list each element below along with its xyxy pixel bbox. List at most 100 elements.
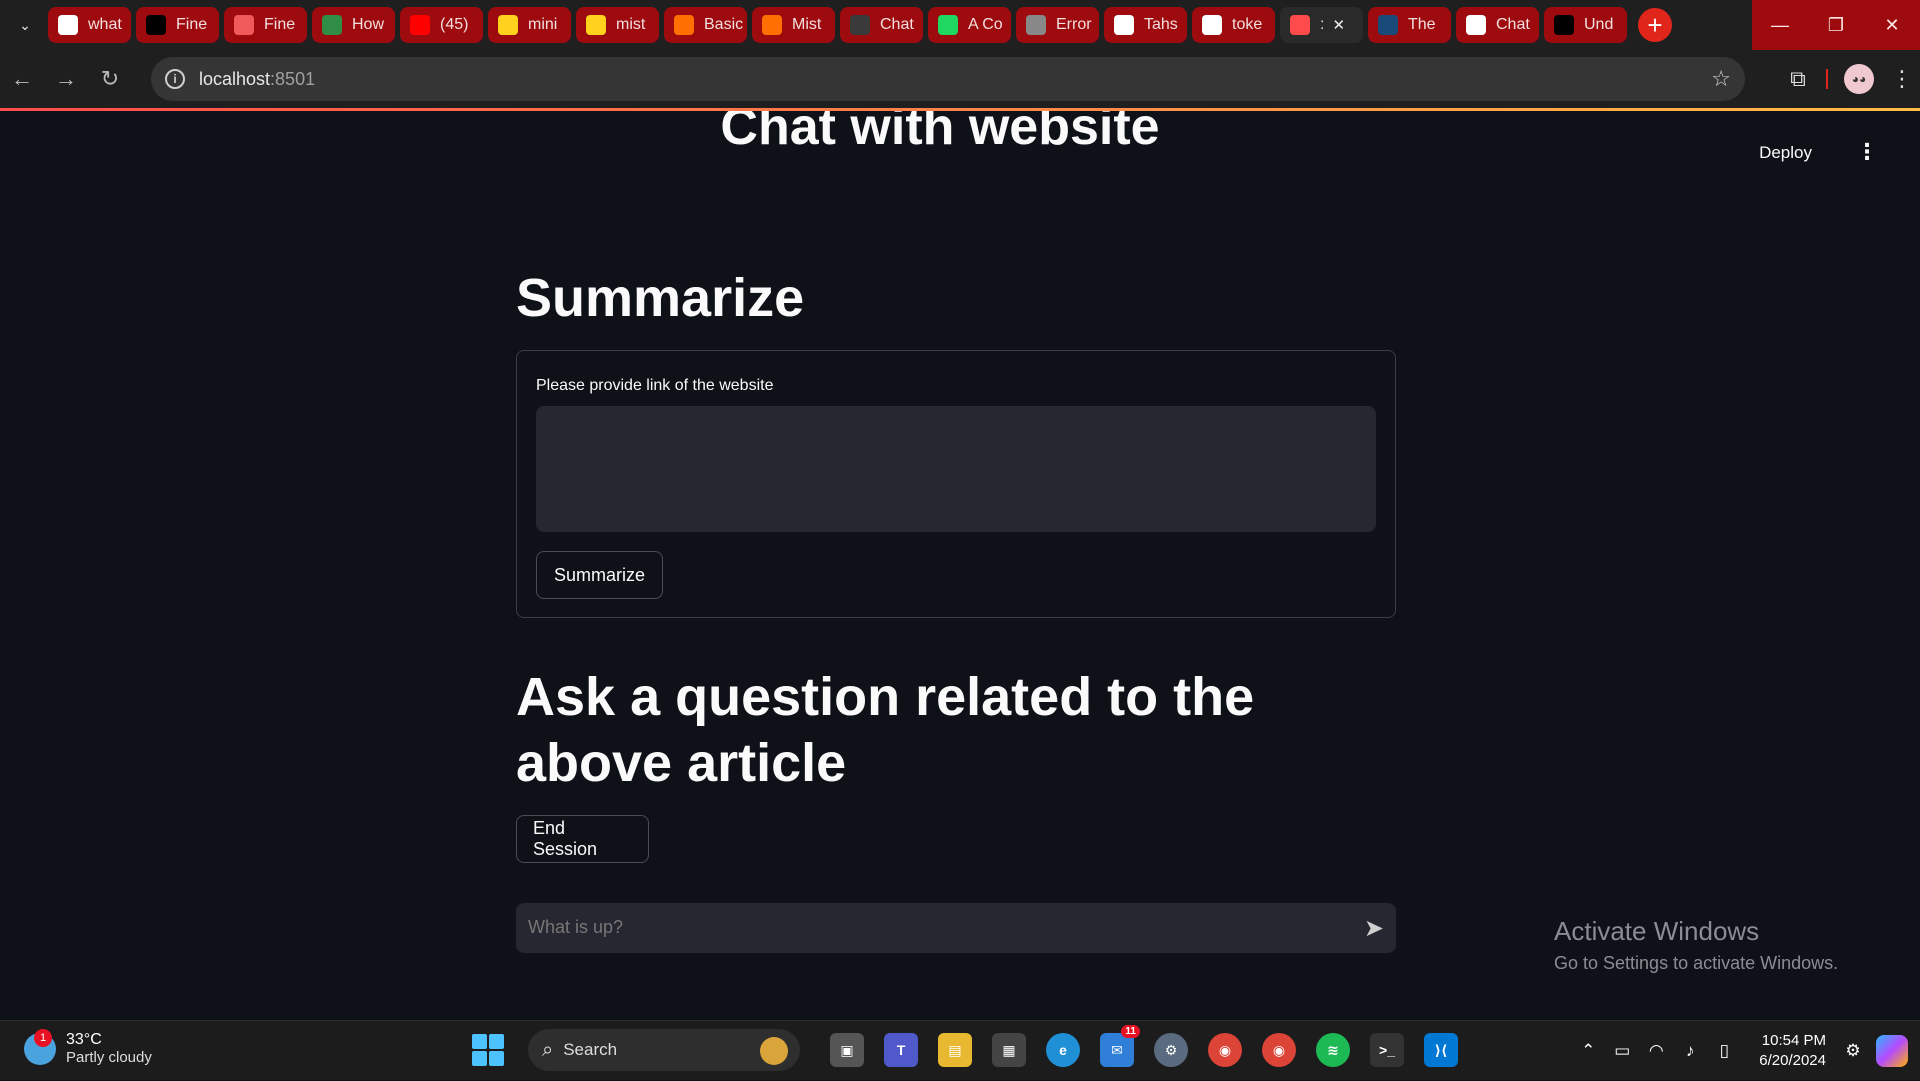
end-session-button[interactable]: End Session <box>516 815 649 863</box>
copilot-icon[interactable] <box>1876 1035 1908 1067</box>
back-button[interactable]: ← <box>0 59 44 99</box>
activate-title: Activate Windows <box>1554 916 1760 946</box>
browser-tab[interactable]: Und <box>1544 7 1627 43</box>
clock-time: 10:54 PM <box>1761 1032 1826 1049</box>
tab-title: Und <box>1584 16 1614 33</box>
tabs-container: what Fine Fine How (45) mini mist Basic Mist Chat… <box>48 7 1632 43</box>
new-tab-button[interactable]: + <box>1638 8 1672 42</box>
browser-tab[interactable]: mini <box>488 7 571 43</box>
medium-icon <box>1554 15 1574 35</box>
youtube-icon <box>410 15 430 35</box>
geeks-icon <box>322 15 342 35</box>
minimize-button[interactable]: — <box>1752 0 1808 50</box>
clock-date: 6/20/2024 <box>1759 1052 1826 1069</box>
browser-toolbar: ← → ↻ i localhost:8501 ☆ ⧉ ◕◕ ⋮ <box>0 50 1920 108</box>
close-tab-icon[interactable]: ✕ <box>1332 16 1345 34</box>
clock[interactable]: 10:54 PM 6/20/2024 <box>1759 1031 1826 1071</box>
vscode-icon[interactable]: ⟩⟨ <box>1424 1033 1458 1067</box>
volume-icon[interactable]: ♪ <box>1675 1041 1705 1061</box>
close-window-button[interactable]: ✕ <box>1864 0 1920 50</box>
taskbar-search[interactable]: ⌕ Search <box>528 1029 800 1071</box>
tab-title: : <box>1320 16 1325 33</box>
browser-tab[interactable]: Tahs <box>1104 7 1187 43</box>
browser-tab[interactable]: Fine <box>136 7 219 43</box>
windows-taskbar: 1 33°C Partly cloudy ⌕ Search ▣ T ▤ ▦ e ✉… <box>0 1020 1920 1080</box>
extensions-icon[interactable]: ⧉ <box>1776 66 1820 92</box>
chevron-up-icon[interactable]: ⌃ <box>1573 1041 1603 1061</box>
keyboard-icon[interactable]: ▭ <box>1607 1041 1637 1061</box>
page-title: Chat with website <box>720 111 1160 156</box>
browser-tab[interactable]: (45) <box>400 7 483 43</box>
huggingface-icon <box>498 15 518 35</box>
tab-title: Error <box>1056 16 1092 33</box>
microsoft-store-icon[interactable]: ▦ <box>992 1033 1026 1067</box>
search-highlight-icon <box>760 1037 788 1065</box>
browser-tab[interactable]: A Co <box>928 7 1011 43</box>
restore-button[interactable]: ❐ <box>1808 0 1864 50</box>
browser-tab[interactable]: Basic <box>664 7 747 43</box>
tab-search-button[interactable]: ⌄ <box>8 8 42 42</box>
spotify-icon[interactable]: ≋ <box>1316 1033 1350 1067</box>
activate-subtitle: Go to Settings to activate Windows. <box>1554 953 1839 973</box>
browser-tab[interactable]: Chat <box>1456 7 1539 43</box>
weather-badge: 1 <box>34 1028 52 1047</box>
edge-icon[interactable]: e <box>1046 1033 1080 1067</box>
url-host: localhost <box>199 68 271 89</box>
reload-button[interactable]: ↻ <box>88 59 132 99</box>
browser-tab[interactable]: : ✕ <box>1280 7 1363 43</box>
app-main: Deploy ⋮ Chat with website Summarize Ple… <box>0 111 1920 1019</box>
forward-button[interactable]: → <box>44 59 88 99</box>
weather-widget[interactable]: 1 33°C Partly cloudy <box>24 1028 152 1066</box>
start-icon[interactable] <box>472 1034 504 1066</box>
url-port: :8501 <box>270 68 316 89</box>
browser-tab[interactable]: Error <box>1016 7 1099 43</box>
huggingface-icon <box>586 15 606 35</box>
send-icon[interactable]: ➤ <box>1364 914 1384 943</box>
wifi-icon[interactable]: ◠ <box>1641 1041 1671 1061</box>
battery-icon[interactable]: ▯ <box>1709 1041 1739 1061</box>
link-textarea[interactable] <box>536 406 1376 532</box>
browser-tab[interactable]: what <box>48 7 131 43</box>
task-view-icon[interactable]: ▣ <box>830 1033 864 1067</box>
browser-tab[interactable]: mist <box>576 7 659 43</box>
openai-icon <box>1466 15 1486 35</box>
tab-title: what <box>88 16 122 33</box>
bookmark-star-icon[interactable]: ☆ <box>1711 66 1731 92</box>
github-icon <box>1202 15 1222 35</box>
browser-tab[interactable]: The <box>1368 7 1451 43</box>
site-info-icon[interactable]: i <box>165 69 185 89</box>
profile-avatar[interactable]: ◕◕ <box>1844 64 1874 94</box>
chat-input-box[interactable]: What is up? ➤ <box>516 903 1396 953</box>
search-icon: ⌕ <box>542 1038 554 1061</box>
m-logo-icon <box>674 15 694 35</box>
teams-icon[interactable]: T <box>884 1033 918 1067</box>
chrome-profile-icon[interactable]: ◉ <box>1262 1033 1296 1067</box>
settings-gear-icon[interactable]: ⚙ <box>1154 1033 1188 1067</box>
file-explorer-icon[interactable]: ▤ <box>938 1033 972 1067</box>
browser-tab[interactable]: How <box>312 7 395 43</box>
tab-title: (45) <box>440 16 469 33</box>
browser-tab[interactable]: toke <box>1192 7 1275 43</box>
url-text[interactable]: localhost:8501 <box>199 69 315 90</box>
activate-windows-watermark: Activate Windows Go to Settings to activ… <box>1554 916 1838 974</box>
link-label: Please provide link of the website <box>536 377 774 394</box>
browser-tab[interactable]: Fine <box>224 7 307 43</box>
mail-icon[interactable]: ✉ 11 <box>1100 1025 1140 1067</box>
partly-cloudy-icon: 1 <box>24 1028 56 1065</box>
terminal-icon[interactable]: >_ <box>1370 1033 1404 1067</box>
browser-menu-icon[interactable]: ⋮ <box>1884 66 1920 92</box>
browser-tab[interactable]: Mist <box>752 7 835 43</box>
address-bar[interactable]: i localhost:8501 ☆ <box>151 57 1745 101</box>
github-icon <box>1114 15 1134 35</box>
tab-title: Fine <box>264 16 296 33</box>
chrome-icon[interactable]: ◉ <box>1208 1033 1242 1067</box>
summarize-button[interactable]: Summarize <box>536 551 663 599</box>
notifications-bell-icon[interactable]: ⚙ <box>1838 1041 1868 1061</box>
window-controls: — ❐ ✕ <box>1752 0 1920 50</box>
chevron-down-icon: ⌄ <box>19 16 31 33</box>
minimize-icon: — <box>1771 14 1789 35</box>
tab-title: Mist <box>792 16 822 33</box>
arrow-right-icon: → <box>55 66 77 91</box>
tab-strip: ⌄ what Fine Fine How (45) mini mist Basic Mist Ch… <box>0 0 1920 50</box>
browser-tab[interactable]: Chat <box>840 7 923 43</box>
